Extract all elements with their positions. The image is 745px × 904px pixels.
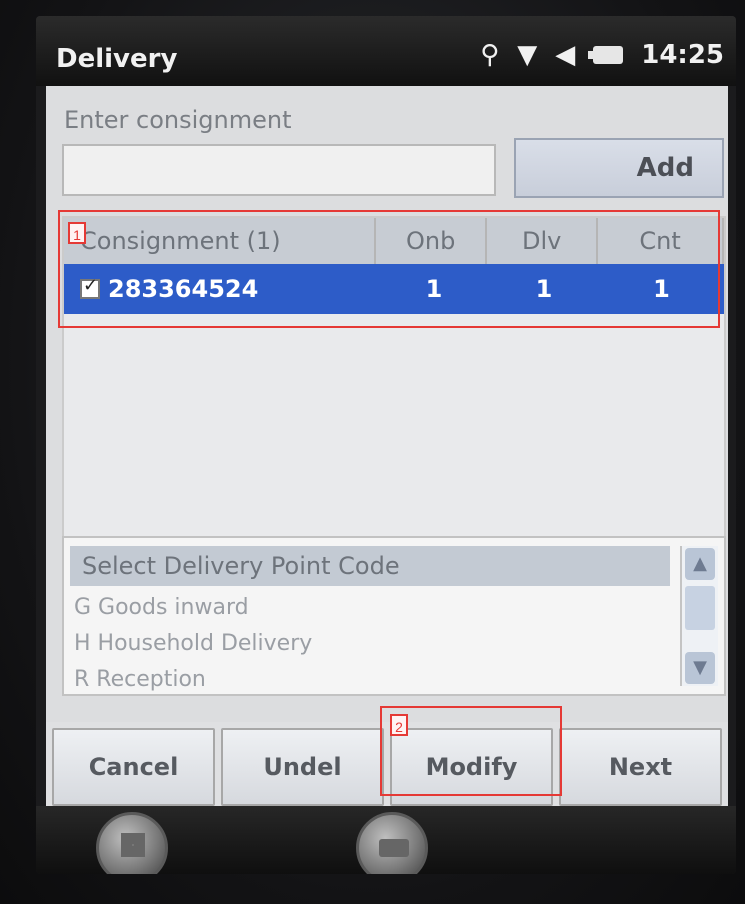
antenna-icon: ⚲ — [480, 40, 500, 70]
row-cnt: 1 — [653, 275, 670, 303]
start-icon — [121, 833, 145, 857]
consignment-grid: Consignment (1) Onb Dlv Cnt 283364524 1 … — [62, 216, 726, 586]
app-title: Delivery — [56, 44, 178, 74]
add-button[interactable]: Add — [514, 138, 724, 198]
device-frame: Delivery ⚲ ▼ ◀ 14:25 Enter consignment A… — [0, 0, 745, 904]
annotation-tag-2: 2 — [390, 714, 408, 736]
screen: Delivery ⚲ ▼ ◀ 14:25 Enter consignment A… — [36, 16, 736, 874]
row-onb: 1 — [425, 275, 443, 303]
content-area: Enter consignment Add Consignment (1) On… — [46, 86, 728, 731]
start-button[interactable] — [96, 812, 168, 874]
row-checkbox[interactable] — [80, 275, 100, 299]
annotation-tag-1: 1 — [68, 222, 86, 244]
list-item[interactable]: R Reception — [74, 662, 312, 698]
delivery-point-list: Select Delivery Point Code G Goods inwar… — [62, 536, 726, 696]
status-bar: Delivery ⚲ ▼ ◀ 14:25 — [36, 16, 736, 86]
volume-icon: ◀ — [555, 40, 576, 70]
signal-icon: ▼ — [517, 40, 538, 70]
delivery-point-header[interactable]: Select Delivery Point Code — [70, 546, 670, 586]
list-item[interactable]: H Household Delivery — [74, 626, 312, 662]
keyboard-icon — [379, 839, 409, 857]
column-header-consignment[interactable]: Consignment (1) — [64, 218, 377, 264]
scroll-up-icon[interactable]: ▲ — [685, 548, 715, 580]
consignment-input[interactable] — [62, 144, 496, 196]
column-header-dlv[interactable]: Dlv — [487, 218, 599, 264]
status-icons: ⚲ ▼ ◀ 14:25 — [480, 40, 724, 70]
row-dlv: 1 — [535, 275, 553, 303]
delivery-point-items: G Goods inward H Household Delivery R Re… — [74, 590, 312, 698]
row-consignment-number: 283364524 — [108, 275, 259, 303]
action-buttons: Cancel Undel Modify Next — [46, 722, 728, 812]
taskbar — [36, 806, 736, 874]
scrollbar[interactable]: ▲ ▼ — [680, 546, 718, 686]
keyboard-button[interactable] — [356, 812, 428, 874]
undel-button[interactable]: Undel — [221, 728, 384, 806]
column-header-cnt[interactable]: Cnt — [598, 218, 724, 264]
table-row[interactable]: 283364524 1 1 1 — [64, 264, 724, 314]
modify-button[interactable]: Modify — [390, 728, 553, 806]
list-item[interactable]: G Goods inward — [74, 590, 312, 626]
column-header-onb[interactable]: Onb — [376, 218, 488, 264]
scroll-down-icon[interactable]: ▼ — [685, 652, 715, 684]
scroll-thumb[interactable] — [685, 586, 715, 630]
cancel-button[interactable]: Cancel — [52, 728, 215, 806]
battery-icon — [588, 46, 624, 64]
consignment-label: Enter consignment — [64, 106, 292, 134]
next-button[interactable]: Next — [559, 728, 722, 806]
clock-time: 14:25 — [641, 40, 724, 70]
grid-header: Consignment (1) Onb Dlv Cnt — [64, 218, 724, 264]
row-consignment: 283364524 — [64, 264, 379, 314]
